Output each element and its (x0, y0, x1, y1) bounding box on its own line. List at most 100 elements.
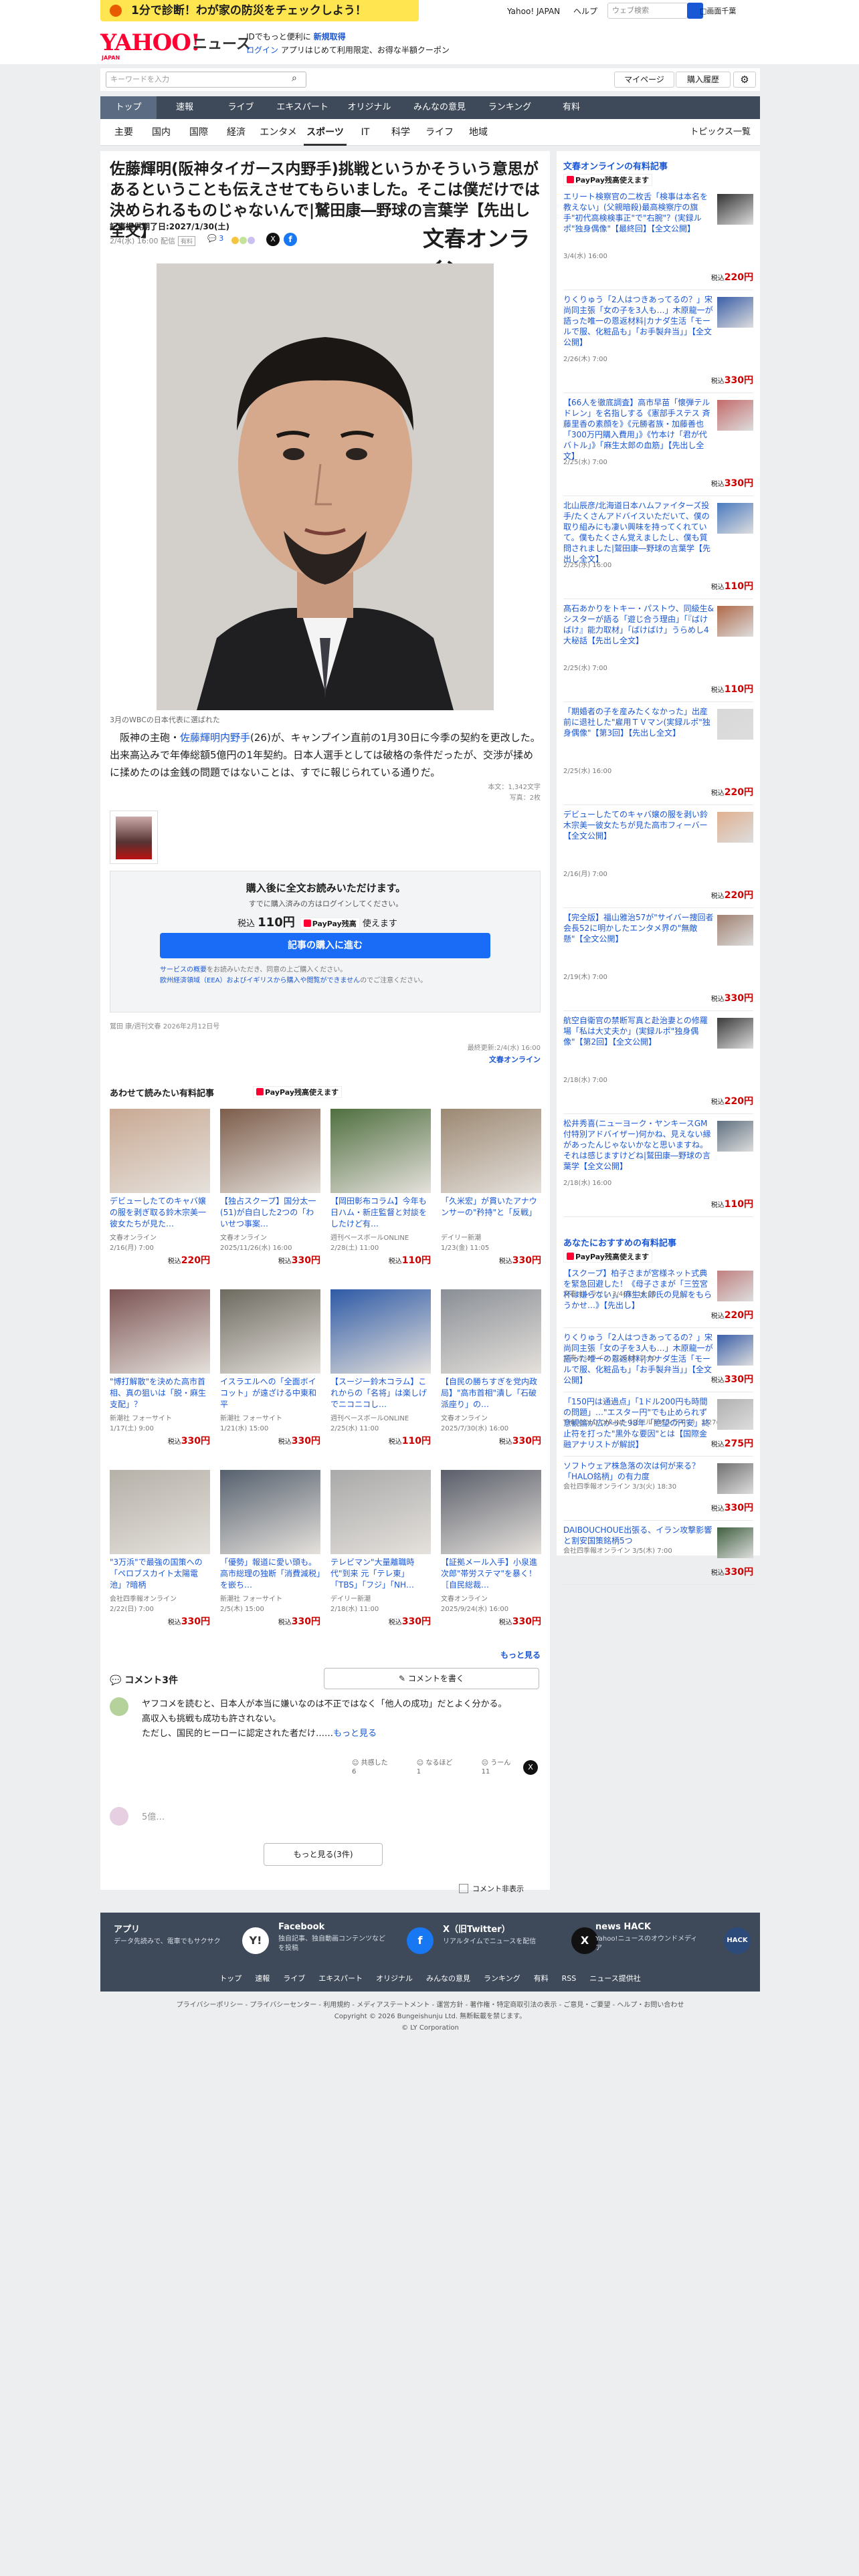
mypage-button[interactable]: マイページ (614, 72, 674, 88)
sidebar-article-title[interactable]: 北山辰彦/北海道日本ハムファイターズ投手/たくさんアドバイスいただいて、僕の取り… (563, 500, 714, 564)
related-photo-thumb[interactable] (110, 811, 158, 864)
publisher-link[interactable]: 文春オンライン (489, 1054, 541, 1065)
sidebar-article-thumb[interactable] (717, 1527, 753, 1558)
write-comment-button[interactable]: ✎ コメントを書く (324, 1668, 539, 1689)
sidebar-article[interactable]: 【スクープ】柏子さまが宮様ネット式典を緊急回避した！《母子さまが「三笠宮杯は嫌ら… (563, 1268, 753, 1328)
nav-top[interactable]: トップ (100, 96, 157, 119)
sidebar-article-title[interactable]: 【完全版】福山雅治57が"サイバー捜回者会長52に明かしたエンタメ界の"無敵懸"… (563, 912, 714, 944)
related-card-image[interactable] (220, 1289, 320, 1374)
sidebar-article[interactable]: 航空自衛官の禁断写真と赴治妻との修羅場「私は大丈夫か」(実録ルポ"独身偶像"【第… (563, 1015, 753, 1114)
related-card[interactable]: 「久米宏」が貫いたアナウンサーの"矜持"と「反戦」 デイリー新潮 1/23(金) 1… (441, 1109, 541, 1284)
empathy-button[interactable]: ☺ 共感した 6 (352, 1759, 401, 1776)
sidebar-article[interactable]: 北山辰彦/北海道日本ハムファイターズ投手/たくさんアドバイスいただいて、僕の取り… (563, 500, 753, 599)
insightful-button[interactable]: ☺ なるほど 1 (417, 1759, 466, 1776)
footer-link[interactable]: エキスパート (318, 1974, 363, 1983)
footer-link[interactable]: 有料 (534, 1974, 549, 1983)
related-card-image[interactable] (110, 1109, 210, 1193)
nav-breaking[interactable]: 速報 (157, 96, 213, 119)
sidebar-article[interactable]: りくりゅう「2人はつきあってるの？」宋尚同主張「女の子を3人も…」木原龍一が語っ… (563, 1332, 753, 1392)
purchase-article-button[interactable]: 記事の購入に進む (160, 933, 490, 958)
related-card-image[interactable] (441, 1289, 541, 1374)
sidebar-article-thumb[interactable] (717, 194, 753, 225)
subnav-intl[interactable]: 国際 (182, 119, 215, 146)
related-card[interactable]: "博打解散"を決めた高市首相、真の狙いは「脱・麻生支配」？ 新潮社 フォーサイト 1… (110, 1289, 210, 1465)
related-card-title[interactable]: "3万浜"で最強の国策への「ペロブスカイト太陽電池」?暗柄 (110, 1557, 210, 1592)
related-card-title[interactable]: 「久米宏」が貫いたアナウンサーの"矜持"と「反戦」 (441, 1196, 541, 1230)
footer-link[interactable]: ランキング (484, 1974, 520, 1983)
more-comments-button[interactable]: もっと見る(3件) (264, 1843, 383, 1866)
related-card-image[interactable] (330, 1289, 431, 1374)
subnav-main[interactable]: 主要 (107, 119, 140, 146)
topics-list-link[interactable]: トピックス一覧 (690, 119, 751, 146)
subnav-economy[interactable]: 経済 (219, 119, 253, 146)
subnav-region[interactable]: 地域 (462, 119, 495, 146)
sidebar-article-title[interactable]: 「期婚者の子を産みたくなかった」出産前に退社した"雇用ＴＶマン(実録ルポ"独身偶… (563, 706, 714, 738)
sidebar-article-thumb[interactable] (717, 709, 753, 740)
sidebar-article-thumb[interactable] (717, 1271, 753, 1301)
related-card-image[interactable] (441, 1109, 541, 1193)
sidebar-article[interactable]: DAIBOUCHOUE出張る、イラン攻撃影響と割安国策銘柄5つ 会社四季報オンライ… (563, 1525, 753, 1585)
sidebar-article-title[interactable]: DAIBOUCHOUE出張る、イラン攻撃影響と割安国策銘柄5つ (563, 1525, 714, 1546)
top-checkbox[interactable]: □画面千葉 (700, 5, 736, 16)
gear-icon[interactable]: ⚙ (733, 72, 756, 88)
related-card-image[interactable] (110, 1470, 210, 1554)
sidebar-article[interactable]: エリート検察官の二枚舌「検事は本名を教えない」(父親暗殺)最高検察庁の旗手"初代… (563, 191, 753, 290)
keyword-search-input[interactable]: キーワードを入力 (106, 72, 306, 88)
sidebar-article[interactable]: 松井秀喜(ニューヨーク・ヤンキースGM付特別アドバイザー)何かね、見えない縁があ… (563, 1118, 753, 1217)
yahoo-japan-link[interactable]: Yahoo! JAPAN (507, 7, 560, 16)
sidebar-article-title[interactable]: 松井秀喜(ニューヨーク・ヤンキースGM付特別アドバイザー)何かね、見えない縁があ… (563, 1118, 714, 1172)
related-card-image[interactable] (330, 1470, 431, 1554)
sidebar-article-thumb[interactable] (717, 297, 753, 328)
related-card-title[interactable]: 【岡田彰布コラム】今年も日ハム・新庄監督と対談をしたけど有… (330, 1196, 431, 1230)
footer-newshack[interactable]: news HACK Yahoo!ニュースのオウンドメディア HACK (595, 1922, 756, 1962)
footer-app[interactable]: アプリ データ先読みで、電車でもサクサク Y! (114, 1922, 274, 1962)
nav-live[interactable]: ライブ (213, 96, 269, 119)
sidebar-article-thumb[interactable] (717, 1018, 753, 1049)
facebook-share-icon[interactable]: f (284, 233, 297, 246)
sidebar-article[interactable]: 【66人を徹底調査】高市早苗「懐弾テルドレン」を名指しする《憲部手ステス 斉藤里… (563, 397, 753, 496)
login-link[interactable]: ログイン (246, 45, 278, 55)
subnav-science[interactable]: 科学 (384, 119, 417, 146)
related-card-title[interactable]: 【自民の勝ちすぎを党内政局】"高市首相"潰し「石破派座り」の… (441, 1376, 541, 1411)
sidebar-article-thumb[interactable] (717, 812, 753, 843)
sidebar-article-thumb[interactable] (717, 503, 753, 534)
hmm-button[interactable]: ☹ うーん 11 (482, 1759, 524, 1776)
sidebar-article-thumb[interactable] (717, 400, 753, 431)
news-logo[interactable]: ニュース (193, 32, 251, 53)
footer-link[interactable]: みんなの意見 (426, 1974, 470, 1983)
related-card-title[interactable]: デビューしたてのキャバ嬢の服を剥ぎ取る鈴木宗美一彼女たちが見た… (110, 1196, 210, 1230)
related-card-image[interactable] (220, 1109, 320, 1193)
sidebar-article-thumb[interactable] (717, 606, 753, 637)
eea-notice-link[interactable]: 欧州経済領域（EEA）およびイギリスから購入や閲覧ができません (160, 977, 360, 984)
related-card-image[interactable] (220, 1470, 320, 1554)
footer-link[interactable]: オリジナル (376, 1974, 413, 1983)
sidebar-article[interactable]: りくりゅう「2人はつきあってるの？」宋尚同主張「女の子を3人も…」木原龍一が語っ… (563, 294, 753, 393)
related-card[interactable]: 【スージー鈴木コラム】これからの「名将」は楽しげでニコニコし… 週刊ベースボールO… (330, 1289, 431, 1465)
sidebar-article-thumb[interactable] (717, 1121, 753, 1152)
yahoo-logo[interactable]: YAHOO! (100, 29, 201, 56)
sidebar-article[interactable]: 髙石あかりをトキー・パストウ、同級生&シスターが語る「遊じ合う理由」「『ばけばけ… (563, 603, 753, 702)
related-card-title[interactable]: "博打解散"を決めた高市首相、真の狙いは「脱・麻生支配」？ (110, 1376, 210, 1411)
x-share-icon[interactable]: X (523, 1760, 538, 1775)
related-card-title[interactable]: 【独占スクープ】国分太一(51)が自白した2つの「わいせつ事案… (220, 1196, 320, 1230)
footer-link[interactable]: RSS (562, 1974, 577, 1983)
related-card-title[interactable]: テレビマン"大量離職時代"到来 元「テレ東」「TBS」「フジ」「NH… (330, 1557, 431, 1592)
sidebar-article-thumb[interactable] (717, 1399, 753, 1430)
subnav-life[interactable]: ライフ (423, 119, 456, 146)
sidebar-article-title[interactable]: りくりゅう「2人はつきあってるの？」宋尚同主張「女の子を3人も…」木原龍一が語っ… (563, 294, 714, 348)
related-card[interactable]: 【岡田彰布コラム】今年も日ハム・新庄監督と対談をしたけど有… 週刊ベースボールON… (330, 1109, 431, 1284)
sidebar-article[interactable]: 「期婚者の子を産みたくなかった」出産前に退社した"雇用ＴＶマン(実録ルポ"独身偶… (563, 706, 753, 805)
sidebar-article-thumb[interactable] (717, 915, 753, 946)
sidebar-article-thumb[interactable] (717, 1463, 753, 1494)
related-card-title[interactable]: 【スージー鈴木コラム】これからの「名将」は楽しげでニコニコし… (330, 1376, 431, 1411)
footer-link[interactable]: トップ (219, 1974, 242, 1983)
sidebar-article-thumb[interactable] (717, 1335, 753, 1366)
related-card[interactable]: 【自民の勝ちすぎを党内政局】"高市首相"潰し「石破派座り」の… 文春オンライン 20… (441, 1289, 541, 1465)
player-link[interactable]: 佐藤輝明内野手 (180, 732, 250, 744)
sidebar-article-title[interactable]: エリート検察官の二枚舌「検事は本名を教えない」(父親暗殺)最高検察庁の旗手"初代… (563, 191, 714, 234)
promo-banner[interactable]: 1分で診断！わが家の防災をチェックしよう！ (100, 0, 419, 21)
sidebar-article[interactable]: ソフトウェア株急落の次は何が来る？「HALO銘柄」の有力度 会社四季報オンライン … (563, 1461, 753, 1521)
comment-more-link[interactable]: もっと見る (333, 1729, 377, 1739)
nav-paid[interactable]: 有料 (543, 96, 599, 119)
subnav-domestic[interactable]: 国内 (145, 119, 178, 146)
